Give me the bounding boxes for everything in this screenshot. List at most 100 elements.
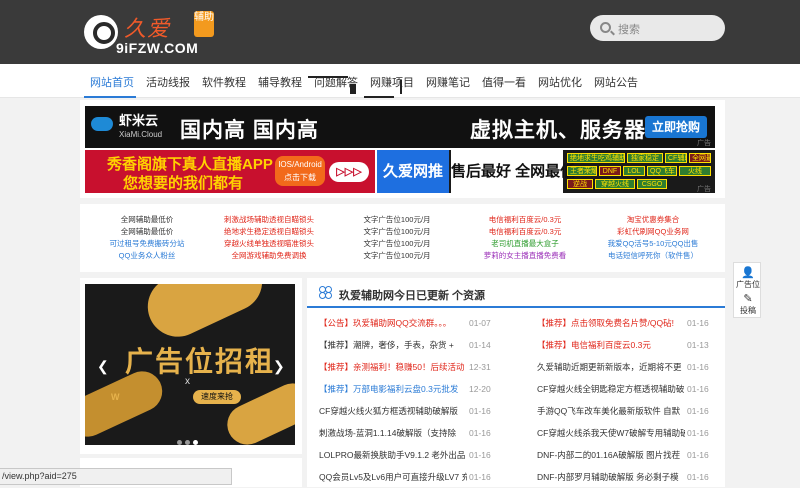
logo-mark-icon [84,15,118,49]
text-link[interactable]: 全网辅助最低价 [92,226,202,238]
banner2-line1: 秀香阁旗下真人直播APP [107,156,273,173]
banner3-tag: LOL [623,166,645,176]
update-row[interactable]: 手游QQ飞车改车美化最新版软件 自默 01-16 [537,400,717,422]
banner3-grid: 绝地求生吃鸡辅助 独家稳定 CF辅助 全网最低 王者荣耀 DNF LOL QQ飞… [567,153,711,190]
carousel-sub: 速度来抢 [193,390,241,404]
banner1-text-left: 国内高 国内高 [180,119,319,142]
update-date: 01-16 [687,362,709,372]
updates-header: 玖爱辅助网今日已更新 个资源 [307,278,725,308]
chevron-left-icon[interactable]: ❮ [97,358,109,375]
update-row[interactable]: 【推荐】万部电影福利云盘0.3元批发 12-20 [319,378,499,400]
update-title[interactable]: 【公告】玖爱辅助网QQ交流群。。。 [319,312,467,334]
banner2-download-pill[interactable]: IOS/Android 点击下载 [275,156,325,186]
update-title[interactable]: 【推荐】万部电影福利云盘0.3元批发 [319,378,467,400]
text-link[interactable]: 彩虹代刷网QQ业务网 [598,226,708,238]
link-column: 刺激战场辅助透视自瞄锁头 绝地求生稳定透视自瞄锁头 穿越火线单独透视瞄准锁头 全… [214,214,324,262]
flower-icon [319,286,333,300]
update-title[interactable]: LOLPRO最新换肤助手V9.1.2 老外出品 [319,444,467,466]
update-title[interactable]: 【推荐】点击领取免费名片赞/QQ砧! [537,312,685,334]
update-row[interactable]: 【推荐】潮牌，奢侈，手表，杂货 +01-14 [319,334,499,356]
update-row[interactable]: CF穿越火线杀我天使W7破解专用辅助破 01-16 [537,422,717,444]
text-link[interactable]: 电信福利百度云/0.3元 [470,214,580,226]
text-link[interactable]: 文字广告位100元/月 [342,238,452,250]
search-icon[interactable] [600,22,611,33]
banner1-text-right: 虚拟主机、服务器 [470,119,646,142]
float-ad[interactable]: 👤 广告位 [734,267,762,290]
update-row[interactable]: 【公告】玖爱辅助网QQ交流群。。。 01-07 [319,312,499,334]
update-row[interactable]: 久爱辅助近期更新新版本，近期将不更 01-16 [537,356,717,378]
update-row[interactable]: CF穿越火线火狐方框透视辅助破解版 01-16 [319,400,499,422]
text-link[interactable]: 绝地求生稳定透视自瞄锁头 [214,226,324,238]
update-row[interactable]: LOLPRO最新换肤助手V9.1.2 老外出品 01-16 [319,444,499,466]
text-link[interactable]: QQ业务众人粉丝 [92,250,202,262]
text-link[interactable]: 淘宝优惠券集合 [598,214,708,226]
nav-item-notice[interactable]: 网站公告 [594,74,638,90]
text-link[interactable]: 文字广告位100元/月 [342,250,452,262]
update-title[interactable]: CF穿越火线火狐方框透视辅助破解版 [319,400,467,422]
nav-item-worth[interactable]: 值得一看 [482,74,526,90]
update-title[interactable]: 刺激战场-蓝洞1.1.14破解版（支持除 [319,422,467,444]
update-title[interactable]: DNF-内部二的01.16A破解版 图片找茬 [537,444,685,466]
banner2-arrows-icon: ▷▷▷ [329,162,369,182]
update-title[interactable]: 【推荐】潮牌，奢侈，手表，杂货 + [319,334,467,356]
logo-domain: 9iFZW.COM [116,40,199,56]
banner3-tag: QQ飞车 [647,166,677,176]
update-title[interactable]: QQ会员Lv5及Lv6用户可直接升级LV7 充 [319,466,467,488]
banner-xiami-cloud[interactable]: 虾米云 XiaMi.Cloud 国内高 国内高 虚拟主机、服务器 立即抢购 广告 [85,106,715,148]
nav-item-seo[interactable]: 网站优化 [538,74,582,90]
banner3-tag: DNF [599,166,621,176]
ad-carousel[interactable]: 广告位招租 x 速度来抢 W ❮ ❯ [85,284,295,445]
update-date: 01-14 [469,340,491,350]
text-link[interactable]: 全网游戏辅助免费调换 [214,250,324,262]
site-logo[interactable]: 久爱 辅助 9iFZW.COM [84,9,224,57]
text-link[interactable]: 刺激战场辅助透视自瞄锁头 [214,214,324,226]
text-link[interactable]: 老司机直播最大盒子 [470,238,580,250]
text-link[interactable]: 全网辅助最低价 [92,214,202,226]
text-link[interactable]: 萝莉的女主播直播免费看 [470,250,580,262]
update-row[interactable]: 【推荐】点击领取免费名片赞/QQ砧! 01-16 [537,312,717,334]
carousel-dot[interactable] [185,440,190,445]
update-title[interactable]: DNF-内部罗月辅助破解版 务必剩子模 [537,466,685,488]
update-row[interactable]: 刺激战场-蓝洞1.1.14破解版（支持除 01-16 [319,422,499,444]
update-title[interactable]: 手游QQ飞车改车美化最新版软件 自默 [537,400,685,422]
banner1-logo-en: XiaMi.Cloud [119,130,163,139]
update-title[interactable]: CF穿越火线杀我天使W7破解专用辅助破 [537,422,685,444]
search-placeholder[interactable]: 搜索 [618,21,640,37]
nav-item-software[interactable]: 软件教程 [202,74,246,90]
float-submit[interactable]: ✎ 投稿 [734,293,762,316]
banner3-ad-tag: 广告 [697,186,711,193]
text-link[interactable]: 电话短信呼死你（软件售） [598,250,708,262]
text-link[interactable]: 文字广告位100元/月 [342,226,452,238]
update-row[interactable]: CF穿越火线全钥匙稳定方框透视辅助破 01-16 [537,378,717,400]
link-column: 文字广告位100元/月 文字广告位100元/月 文字广告位100元/月 文字广告… [342,214,452,262]
carousel-dot[interactable] [177,440,182,445]
carousel-dot-active[interactable] [193,440,198,445]
text-link[interactable]: 文字广告位100元/月 [342,214,452,226]
search-box[interactable]: 搜索 [590,15,725,41]
update-title[interactable]: 【推荐】亲测福利！稳赚50！后续活动 [319,356,467,378]
nav-item-activities[interactable]: 活动线报 [146,74,190,90]
update-title[interactable]: 【推荐】电信福利百度云0.3元 [537,334,685,356]
update-row[interactable]: 【推荐】亲测福利！稳赚50！后续活动 12-31 [319,356,499,378]
nav-item-tutorials[interactable]: 辅导教程 [258,74,302,90]
update-title[interactable]: CF穿越火线全钥匙稳定方框透视辅助破 [537,378,685,400]
update-row[interactable]: DNF-内部二的01.16A破解版 图片找茬 01-16 [537,444,717,466]
updates-title: 玖爱辅助网今日已更新 个资源 [339,290,486,302]
update-date: 01-16 [469,428,491,438]
link-column: 淘宝优惠券集合 彩虹代刷网QQ业务网 我爱QQ活号5-10元QQ出售 电话短信呼… [598,214,708,262]
text-link[interactable]: 可过租号免费搬砖分站 [92,238,202,250]
chevron-right-icon[interactable]: ❯ [273,358,285,375]
update-row[interactable]: DNF-内部罗月辅助破解版 务必剩子模 01-16 [537,466,717,488]
banner1-buy-button[interactable]: 立即抢购 [645,116,707,138]
banner-recommend[interactable]: 久爱网推荐 售后最好 全网最低 绝地求生吃鸡辅助 独家稳定 CF辅助 全网最低 … [377,150,715,193]
update-row[interactable]: QQ会员Lv5及Lv6用户可直接升级LV7 充 01-16 [319,466,499,488]
text-link[interactable]: 我爱QQ活号5-10元QQ出售 [598,238,708,250]
update-date: 01-16 [687,472,709,482]
text-link[interactable]: 电信福利百度云/0.3元 [470,226,580,238]
update-title[interactable]: 久爱辅助近期更新新版本，近期将不更 [537,356,685,378]
carousel-container: 广告位招租 x 速度来抢 W ❮ ❯ [80,278,302,454]
banner-live-app[interactable]: 秀香阁旗下真人直播APP 您想要的我们都有 IOS/Android 点击下载 ▷… [85,150,375,193]
nav-item-home[interactable]: 网站首页 [90,74,134,90]
update-row[interactable]: 【推荐】电信福利百度云0.3元 01-13 [537,334,717,356]
text-link[interactable]: 穿越火线单独透视瞄准锁头 [214,238,324,250]
